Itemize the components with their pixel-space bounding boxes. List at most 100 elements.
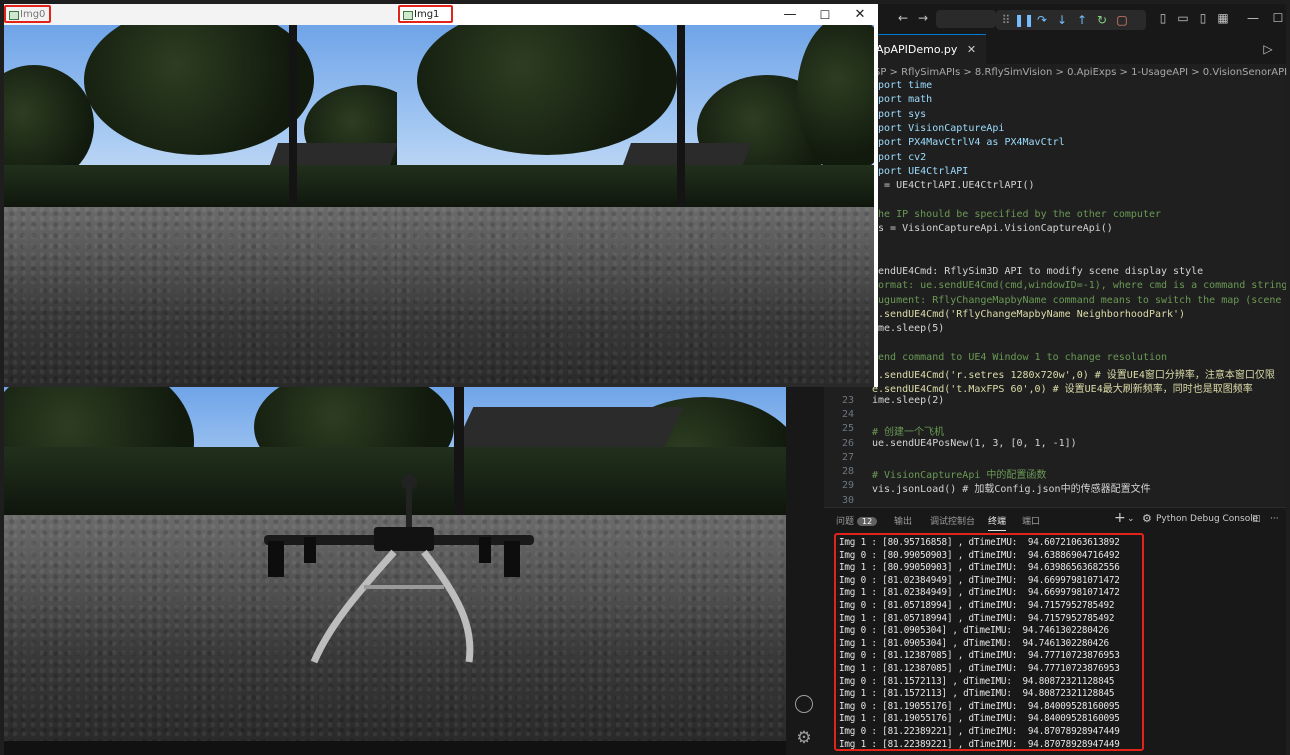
terminal-line: Img 1 : [81.12387085] , dTimeIMU: 94.777… bbox=[839, 663, 1120, 674]
more-actions-icon[interactable]: ··· bbox=[1270, 514, 1279, 524]
terminal-line: Img 0 : [81.1572113] , dTimeIMU: 94.8087… bbox=[839, 675, 1115, 687]
img0-title-highlight: Img0 bbox=[4, 5, 51, 23]
code-text: e.sendUE4Cmd('RflyChangeMapbyName Neighb… bbox=[872, 308, 1186, 320]
img0-window: Img0 bbox=[4, 4, 397, 387]
tab-debug-console[interactable]: 调试控制台 bbox=[930, 514, 975, 527]
toggle-sidebar-icon[interactable]: ▯ bbox=[1156, 11, 1170, 25]
code-text: e.sendUE4Cmd('t.MaxFPS 60',0) # 设置UE4最大刷… bbox=[872, 384, 1253, 396]
terminal-output[interactable]: Img 1 : [80.95716858] , dTimeIMU: 94.607… bbox=[834, 533, 1144, 751]
split-terminal-icon[interactable]: ◫ bbox=[1252, 514, 1261, 524]
terminal-line: Img 1 : [81.0905304] , dTimeIMU: 94.7461… bbox=[839, 637, 1109, 649]
img0-camera-view bbox=[4, 25, 397, 387]
tab-problems[interactable]: 问题 12 bbox=[836, 514, 878, 527]
code-text: ue.sendUE4PosNew(1, 3, [0, 1, -1]) bbox=[872, 437, 1077, 449]
drag-handle-icon[interactable]: ⠿ bbox=[998, 12, 1014, 28]
line-number: 27 bbox=[841, 451, 854, 463]
taskbar-strip bbox=[4, 741, 786, 755]
code-text: e.sendUE4Cmd('r.setres 1280x720w',0) # 设… bbox=[872, 370, 1275, 381]
settings-gear-icon[interactable]: ⚙ bbox=[795, 729, 813, 747]
terminal-name[interactable]: Python Debug Console bbox=[1156, 514, 1258, 524]
chevron-down-icon[interactable]: ⌄ bbox=[1127, 514, 1135, 524]
code-text: mport cv2 bbox=[872, 151, 927, 163]
terminal-line: Img 0 : [81.19055176] , dTimeIMU: 94.840… bbox=[839, 700, 1120, 712]
line-number: 28 bbox=[841, 466, 854, 478]
editor-tab[interactable]: ApAPIDemo.py ✕ bbox=[866, 34, 987, 65]
new-terminal-button[interactable]: + bbox=[1114, 510, 1126, 526]
terminal-line: Img 1 : [80.95716858] , dTimeIMU: 94.607… bbox=[839, 537, 1120, 548]
tab-output[interactable]: 输出 bbox=[894, 514, 912, 527]
window-minimize-icon[interactable]: — bbox=[1246, 11, 1260, 25]
code-text: mport UE4CtrlAPI bbox=[872, 165, 969, 177]
debug-gear-icon: ⚙ bbox=[1142, 512, 1152, 525]
toggle-panel-icon[interactable]: ▭ bbox=[1176, 11, 1190, 25]
img0-title: Img0 bbox=[20, 9, 46, 20]
command-center[interactable] bbox=[936, 10, 996, 28]
code-text: The IP should be specified by the other … bbox=[872, 208, 1161, 220]
line-number: 23 bbox=[841, 394, 854, 406]
code-text: Augument: RflyChangeMapbyName command me… bbox=[872, 294, 1282, 306]
customize-layout-icon[interactable]: ▦ bbox=[1216, 11, 1230, 25]
toggle-secondary-sidebar-icon[interactable]: ▯ bbox=[1196, 11, 1210, 25]
window-app-icon bbox=[9, 11, 19, 20]
line-number: 26 bbox=[841, 437, 854, 449]
terminal-line: Img 0 : [81.05718994] , dTimeIMU: 94.715… bbox=[839, 600, 1115, 611]
line-number: 25 bbox=[841, 423, 854, 435]
back-arrow-icon[interactable]: ← bbox=[896, 11, 910, 25]
img0-titlebar[interactable]: Img0 bbox=[4, 4, 397, 25]
drone-camera-view bbox=[4, 387, 786, 741]
img1-title-highlight: Img1 bbox=[398, 5, 453, 23]
pause-icon[interactable]: ❚❚ bbox=[1014, 12, 1034, 28]
code-text: mport PX4MavCtrlV4 as PX4MavCtrl bbox=[872, 137, 1065, 149]
terminal-line: Img 1 : [81.05718994] , dTimeIMU: 94.715… bbox=[839, 612, 1115, 624]
code-text: vis.jsonLoad() # 加载Config.json中的传感器配置文件 bbox=[872, 484, 1151, 496]
run-icon[interactable]: ▷ bbox=[1261, 42, 1275, 56]
panel-tabbar: 问题 12 输出 调试控制台 终端 端口 + ⌄ ⚙ Python Debug C… bbox=[824, 507, 1286, 534]
account-icon[interactable] bbox=[795, 695, 813, 713]
terminal-line: Img 1 : [81.19055176] , dTimeIMU: 94.840… bbox=[839, 713, 1120, 725]
restart-icon[interactable]: ↻ bbox=[1094, 12, 1110, 28]
code-text: sendUE4Cmd: RflySim3D API to modify scen… bbox=[872, 265, 1204, 277]
problems-count-badge: 12 bbox=[857, 517, 878, 526]
code-text: Format: ue.sendUE4Cmd(cmd,windowID=-1), … bbox=[872, 280, 1286, 292]
line-number: 24 bbox=[841, 408, 854, 420]
terminal-line: Img 1 : [81.02384949] , dTimeIMU: 94.669… bbox=[839, 587, 1120, 599]
tab-terminal[interactable]: 终端 bbox=[988, 514, 1007, 531]
code-text: ime.sleep(5) bbox=[872, 323, 945, 335]
terminal-line: Img 1 : [80.99050903] , dTimeIMU: 94.639… bbox=[839, 562, 1120, 574]
terminal-line: Img 0 : [81.22389221] , dTimeIMU: 94.870… bbox=[839, 726, 1120, 737]
tab-close-icon[interactable]: ✕ bbox=[967, 43, 976, 56]
terminal-line: Img 1 : [81.22389221] , dTimeIMU: 94.870… bbox=[839, 738, 1120, 750]
code-text: # VisionCaptureApi 中的配置函数 bbox=[872, 470, 1047, 482]
code-text: ime.sleep(2) bbox=[872, 394, 945, 406]
minimize-button[interactable]: — bbox=[775, 6, 805, 24]
forward-arrow-icon[interactable]: → bbox=[916, 11, 930, 25]
img1-titlebar[interactable]: Img1 — ☐ ✕ bbox=[397, 4, 878, 25]
code-text: Send command to UE4 Window 1 to change r… bbox=[872, 351, 1168, 363]
code-text: # 创建一个飞机 bbox=[872, 427, 945, 439]
code-text: e = UE4CtrlAPI.UE4CtrlAPI() bbox=[872, 180, 1035, 192]
code-text: mport sys bbox=[872, 108, 927, 120]
line-number: 29 bbox=[841, 480, 854, 492]
img1-title: Img1 bbox=[414, 9, 440, 20]
step-out-icon[interactable]: ↑ bbox=[1074, 12, 1090, 28]
window-maximize-icon[interactable]: ☐ bbox=[1271, 11, 1285, 25]
tab-ports[interactable]: 端口 bbox=[1022, 514, 1040, 527]
terminal-line: Img 0 : [80.99050903] , dTimeIMU: 94.638… bbox=[839, 549, 1120, 561]
stop-icon[interactable]: ▢ bbox=[1114, 12, 1130, 28]
terminal-line: Img 0 : [81.0905304] , dTimeIMU: 94.7461… bbox=[839, 625, 1109, 637]
maximize-button[interactable]: ☐ bbox=[810, 6, 840, 24]
editor-tab-label: ApAPIDemo.py bbox=[876, 43, 958, 56]
terminal-line: Img 0 : [81.12387085] , dTimeIMU: 94.777… bbox=[839, 650, 1120, 662]
window-app-icon bbox=[403, 11, 413, 20]
code-text: mport time bbox=[872, 80, 933, 91]
terminal-line: Img 1 : [81.1572113] , dTimeIMU: 94.8087… bbox=[839, 688, 1115, 700]
drone-model bbox=[264, 474, 534, 664]
code-text: mport VisionCaptureApi bbox=[872, 122, 1005, 134]
step-over-icon[interactable]: ↷ bbox=[1034, 12, 1050, 28]
step-into-icon[interactable]: ↓ bbox=[1054, 12, 1070, 28]
code-text: is = VisionCaptureApi.VisionCaptureApi() bbox=[872, 223, 1113, 234]
code-editor[interactable]: mport time mport math mport sys mport Visio… bbox=[824, 80, 1286, 505]
close-button[interactable]: ✕ bbox=[845, 6, 875, 24]
img1-camera-view bbox=[397, 25, 874, 387]
debug-toolbar: ⠿ ❚❚ ↷ ↓ ↑ ↻ ▢ bbox=[996, 10, 1146, 30]
